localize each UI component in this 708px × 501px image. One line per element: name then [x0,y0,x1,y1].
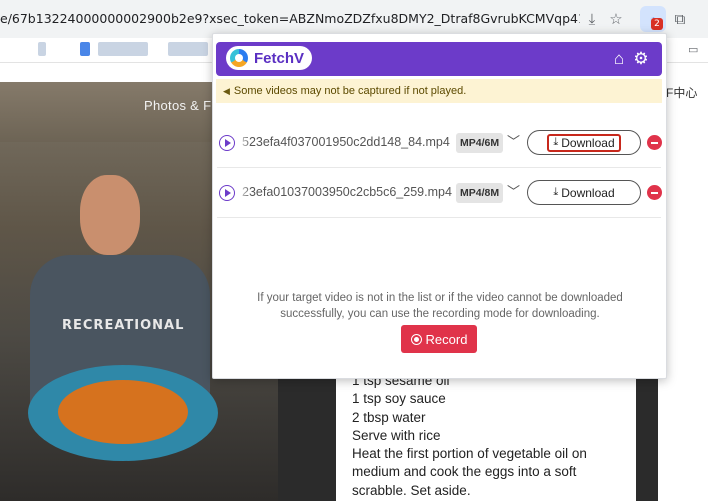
remove-icon[interactable] [647,135,662,150]
record-button[interactable]: Record [401,325,477,353]
download-icon: ⤓ [553,136,559,148]
bookmark-item[interactable] [80,42,90,56]
recipe-line: Serve with rice [352,427,441,443]
notice-text: Some videos may not be captured if not p… [233,85,467,97]
recipe-line: 2 tbsp water [352,409,426,425]
bookmark-item[interactable] [98,42,148,56]
food-on-plate [58,380,188,444]
recipe-line: scrabble. Set aside. [352,482,471,498]
remove-icon[interactable] [647,185,662,200]
recording-hint: If your target video is not in the list … [257,292,623,320]
fetchv-popup: FetchV ⌂ ⚙ ◀ Some videos may not be capt… [212,33,667,379]
video-filename: 523efa4f037001950c2dd148_84.mp4 [242,135,450,149]
extensions-puzzle-icon[interactable]: ⧉ [668,7,692,31]
speaker-icon: ◀ [223,85,230,96]
video-row: 523efa4f037001950c2dd148_84.mp4 MP4/6M ﹀… [217,118,662,168]
photos-caption: Photos & F [144,98,212,113]
record-label: Record [425,331,468,347]
capture-notice: ◀ Some videos may not be captured if not… [216,79,662,103]
filename-fade [237,182,251,204]
row-divider [217,217,661,218]
bookmark-item[interactable] [168,42,208,56]
download-label: Download [561,185,615,200]
video-filename: 23efa01037003950c2cb5c6_259.mp4 [242,185,452,199]
settings-gear-icon[interactable]: ⚙ [630,48,652,70]
right-page-text: F中心 [666,86,698,100]
download-label: Download [561,135,615,150]
chevron-down-icon[interactable]: ﹀ [507,131,520,150]
video-row: 23efa01037003950c2cb5c6_259.mp4 MP4/8M ﹀… [217,168,662,218]
recipe-line: 1 tsp soy sauce [352,391,446,407]
brand-name: FetchV [254,49,305,67]
format-badge: MP4/6M [456,133,504,153]
extension-badge: 2 [651,18,663,30]
shirt-print: RECREATIONAL [62,318,185,333]
home-icon[interactable]: ⌂ [608,48,630,70]
format-badge: MP4/8M [456,183,504,203]
all-bookmarks-icon[interactable]: ▭ [688,43,698,56]
recipe-line: medium and cook the eggs into a soft [352,464,577,480]
fetchv-logo-icon [230,49,248,67]
url-text[interactable]: e/67b13224000000002900b2e9?xsec_token=AB… [0,11,580,26]
download-button[interactable]: ⤓ Download [527,180,641,205]
filename-fade [237,132,251,154]
recipe-line: Heat the first portion of vegetable oil … [352,446,587,462]
play-icon[interactable] [219,185,235,201]
chevron-down-icon[interactable]: ﹀ [507,181,520,200]
person-head [80,175,140,255]
fetchv-logo: FetchV [226,46,313,70]
bookmark-star-icon[interactable]: ☆ [604,7,628,31]
fetchv-extension-button[interactable]: ◔ 2 [640,6,666,32]
recipe-text: 1 tsp sesame oil 1 tsp soy sauce 2 tbsp … [336,372,636,501]
install-app-icon[interactable]: ⤓ [580,7,604,31]
bookmark-item[interactable] [38,42,46,56]
record-icon [410,333,422,345]
popup-header: FetchV ⌂ ⚙ [216,42,662,76]
download-highlight: ⤓ Download [547,133,621,152]
download-content: ⤓ Download [548,184,619,202]
download-button[interactable]: ⤓ Download [527,130,641,155]
play-icon[interactable] [219,135,235,151]
download-icon: ⤓ [553,186,559,198]
